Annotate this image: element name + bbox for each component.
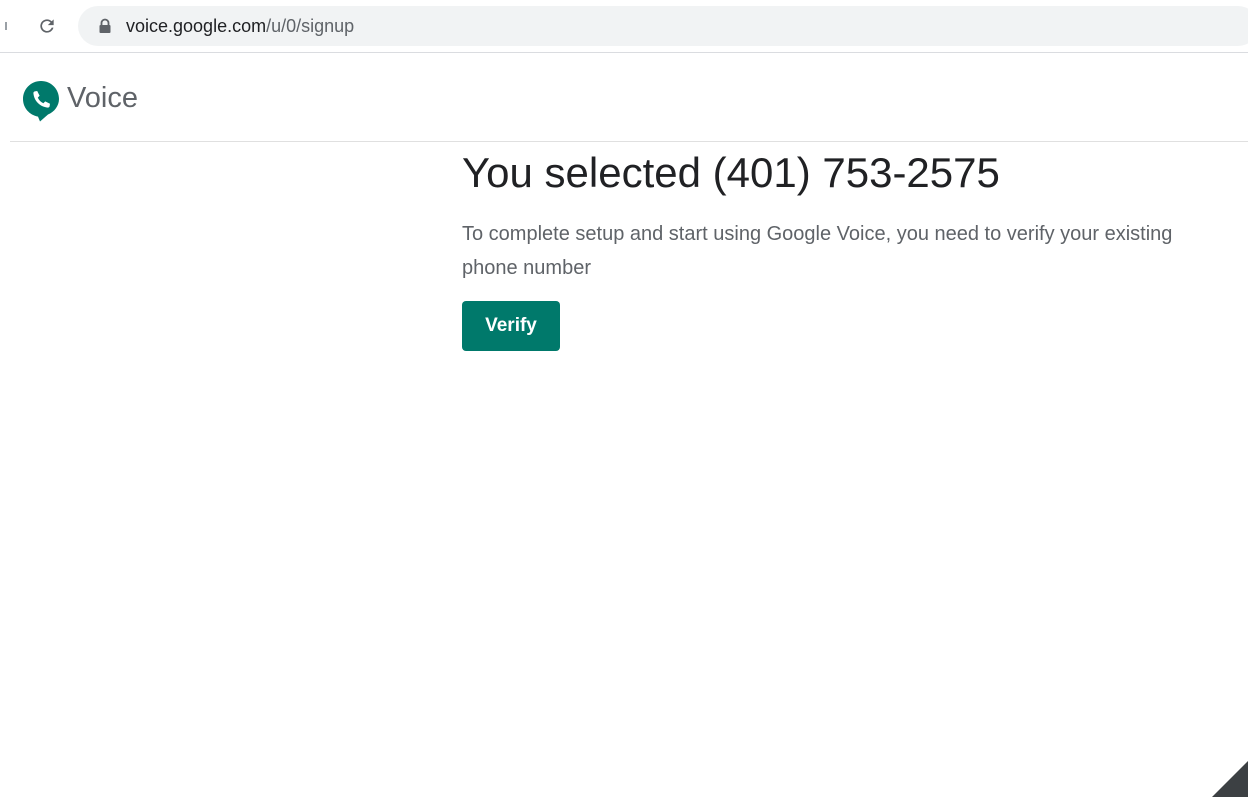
voice-logo-icon[interactable]	[22, 80, 60, 122]
page-title: You selected (401) 753-2575	[462, 149, 1000, 196]
address-bar[interactable]: voice.google.com/u/0/signup	[78, 6, 1248, 46]
browser-toolbar: voice.google.com/u/0/signup	[0, 0, 1248, 53]
corner-shape	[1212, 761, 1248, 797]
setup-description: To complete setup and start using Google…	[462, 223, 1173, 279]
page: voice.google.com/u/0/signup Voice You se…	[0, 0, 1248, 797]
app-header: Voice	[10, 53, 1248, 142]
verify-button[interactable]: Verify	[462, 301, 560, 351]
reload-button[interactable]	[34, 13, 60, 39]
lock-icon	[99, 18, 111, 33]
url-text[interactable]: voice.google.com/u/0/signup	[126, 15, 354, 37]
window-edge-marker	[5, 22, 7, 30]
url-host: voice.google.com	[126, 16, 267, 36]
product-name: Voice	[67, 82, 138, 114]
reload-icon	[40, 19, 54, 33]
signup-content: You selected (401) 753-2575 To complete …	[462, 146, 1222, 351]
url-path: /u/0/signup	[266, 16, 355, 36]
